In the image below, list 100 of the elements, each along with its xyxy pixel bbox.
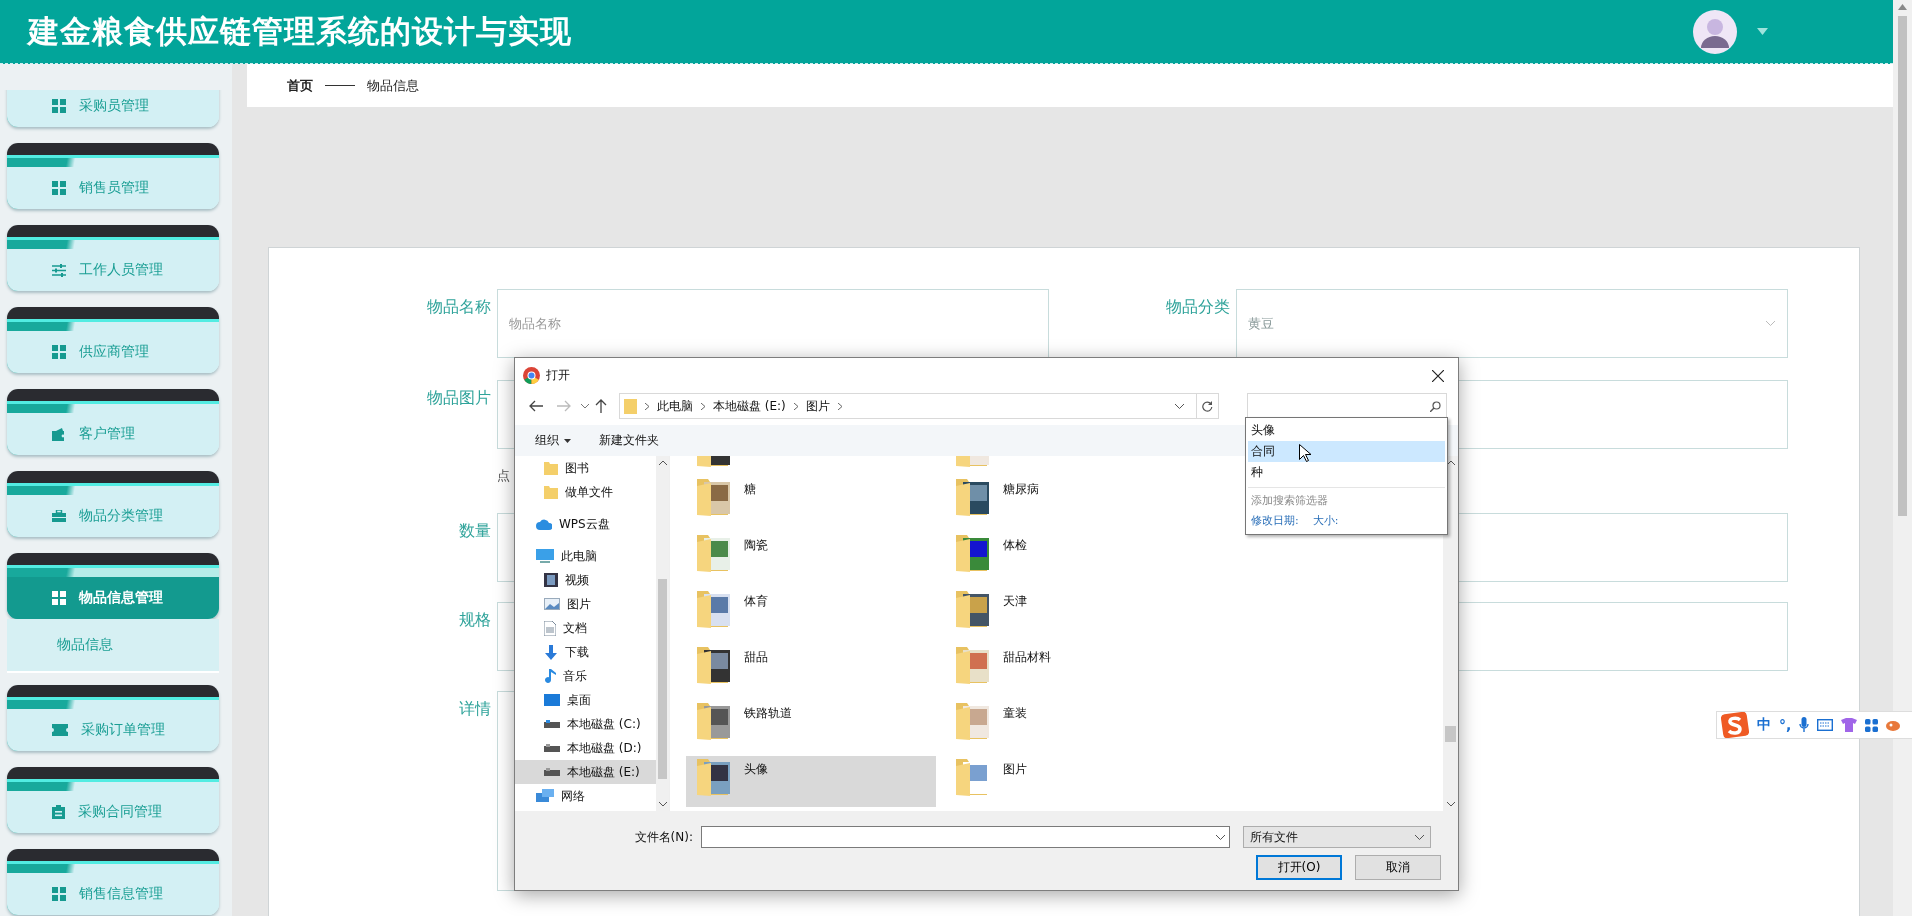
document-icon <box>544 620 556 636</box>
filetype-select[interactable]: 所有文件 <box>1243 826 1431 848</box>
nav-item[interactable]: 桌面 <box>515 688 656 712</box>
grid-icon <box>52 181 66 195</box>
mascot-icon[interactable] <box>1886 719 1901 731</box>
filter-heading: 添加搜索筛选器 <box>1250 493 1329 509</box>
address-bar[interactable]: 此电脑 本地磁盘 (E:) 图片 <box>619 393 1219 419</box>
path-segment[interactable]: 此电脑 <box>657 397 693 415</box>
scrollbar-thumb[interactable] <box>657 578 668 779</box>
ime-button[interactable]: °, <box>1779 717 1792 733</box>
scrollbar-thumb[interactable] <box>1898 16 1907 516</box>
chevron-right-icon <box>837 402 842 410</box>
nav-item[interactable]: 做单文件 <box>515 480 656 504</box>
filter-link[interactable]: 大小: <box>1312 513 1339 528</box>
toolbar-button[interactable]: 组织 <box>535 432 571 449</box>
folder-item[interactable]: 铁路轨道 <box>686 700 936 751</box>
caret-icon[interactable] <box>1757 28 1768 35</box>
chevron-icon <box>1765 320 1776 327</box>
folder-item[interactable]: 糖 <box>686 476 936 527</box>
nav-item[interactable]: 图书 <box>515 456 656 480</box>
nav-item[interactable]: 下载 <box>515 640 656 664</box>
scrollbar[interactable] <box>656 456 669 811</box>
folder-item[interactable]: 甜品 <box>686 644 936 695</box>
nav-item[interactable]: 网络 <box>515 784 656 808</box>
folder-item[interactable]: 童装 <box>945 700 1195 751</box>
folder-item[interactable]: 图片 <box>945 756 1195 807</box>
folder-item[interactable]: 头像 <box>686 756 936 807</box>
dialog-button[interactable]: 取消 <box>1355 855 1441 880</box>
nav-item[interactable]: 本地磁盘 (C:) <box>515 712 656 736</box>
forward-arrow-icon[interactable] <box>557 400 571 412</box>
nav-item[interactable]: 音乐 <box>515 664 656 688</box>
breadcrumb-link[interactable]: 物品信息 <box>367 76 419 95</box>
folder-icon <box>696 756 732 796</box>
scrollbar[interactable] <box>1893 0 1912 916</box>
path-segment[interactable]: 本地磁盘 (E:) <box>713 397 786 415</box>
path-segment[interactable]: 图片 <box>805 397 830 415</box>
folder-icon <box>696 476 732 516</box>
shirt-icon[interactable] <box>1841 718 1858 732</box>
hint-text: 点 <box>497 467 510 485</box>
up-arrow-icon[interactable] <box>595 399 607 413</box>
nav-item[interactable]: 图片 <box>515 592 656 616</box>
microphone-icon[interactable] <box>1799 717 1810 733</box>
ime-button[interactable]: 中 <box>1757 716 1771 734</box>
field-label: 规格 <box>458 609 491 631</box>
image-icon <box>544 598 560 610</box>
cloud-icon <box>536 518 552 530</box>
field-label: 数量 <box>458 520 491 542</box>
suggestion-item[interactable]: 合同 <box>1248 441 1445 462</box>
nav-item[interactable]: 此电脑 <box>515 544 656 568</box>
breadcrumb-link[interactable]: 首页 <box>287 76 313 95</box>
nav-item[interactable]: WPS云盘 <box>515 512 656 536</box>
folder-icon <box>624 398 637 414</box>
nav-item[interactable]: 本地磁盘 (E:) <box>515 760 656 784</box>
suggestion-item[interactable]: 头像 <box>1248 420 1445 441</box>
keyboard-icon[interactable] <box>1817 719 1834 731</box>
filter-link[interactable]: 修改日期: <box>1251 513 1299 528</box>
desktop-icon <box>544 694 560 706</box>
clipboard-icon <box>52 805 65 819</box>
nav-item[interactable]: 本地磁盘 (D:) <box>515 736 656 760</box>
drive-icon <box>544 768 560 776</box>
avatar-icon[interactable] <box>1693 9 1737 54</box>
dialog-button[interactable]: 打开(O) <box>1256 855 1342 880</box>
close-icon[interactable] <box>1432 369 1444 382</box>
grid-icon[interactable] <box>1865 718 1879 732</box>
back-arrow-icon[interactable] <box>529 400 543 412</box>
folder-item[interactable]: 糖尿病 <box>945 476 1195 527</box>
drive-icon <box>544 744 560 752</box>
toolbar-button[interactable]: 新建文件夹 <box>599 432 659 449</box>
briefcase-icon <box>52 510 66 522</box>
chevron-down-icon <box>1216 834 1225 840</box>
folder-item[interactable]: 体育 <box>686 588 936 639</box>
field-label: 物品名称 <box>426 296 491 318</box>
chevron-down-icon[interactable] <box>1175 403 1184 409</box>
chevron-right-icon <box>701 402 705 410</box>
cursor-icon <box>1299 444 1311 462</box>
grid-icon <box>52 345 66 359</box>
folder-icon <box>955 700 991 740</box>
chevron-icon[interactable] <box>581 403 589 409</box>
folder-item[interactable]: 体检 <box>945 532 1195 583</box>
folder-item[interactable]: 甜品材料 <box>945 644 1195 695</box>
folder-item[interactable]: 天津 <box>945 588 1195 639</box>
nav-item[interactable]: 视频 <box>515 568 656 592</box>
download-icon <box>544 644 558 660</box>
filename-field[interactable] <box>701 826 1230 848</box>
chevron-down-icon <box>1415 834 1424 840</box>
sliders-icon <box>52 263 66 277</box>
folder-icon <box>955 644 991 684</box>
folder-icon <box>544 485 558 499</box>
scrollbar-thumb[interactable] <box>1445 725 1456 742</box>
scrollbar[interactable] <box>1443 456 1458 811</box>
nav-item[interactable]: 文档 <box>515 616 656 640</box>
folder-icon <box>955 476 991 516</box>
suggestion-item[interactable]: 种 <box>1248 462 1445 483</box>
logo-icon[interactable] <box>1721 712 1749 738</box>
grid-icon <box>52 591 66 605</box>
dialog-title: 打开 <box>546 367 570 384</box>
chevron-right-icon <box>793 402 798 410</box>
browser-icon <box>523 367 540 384</box>
ticket-icon <box>52 724 68 736</box>
folder-item[interactable]: 陶瓷 <box>686 532 936 583</box>
